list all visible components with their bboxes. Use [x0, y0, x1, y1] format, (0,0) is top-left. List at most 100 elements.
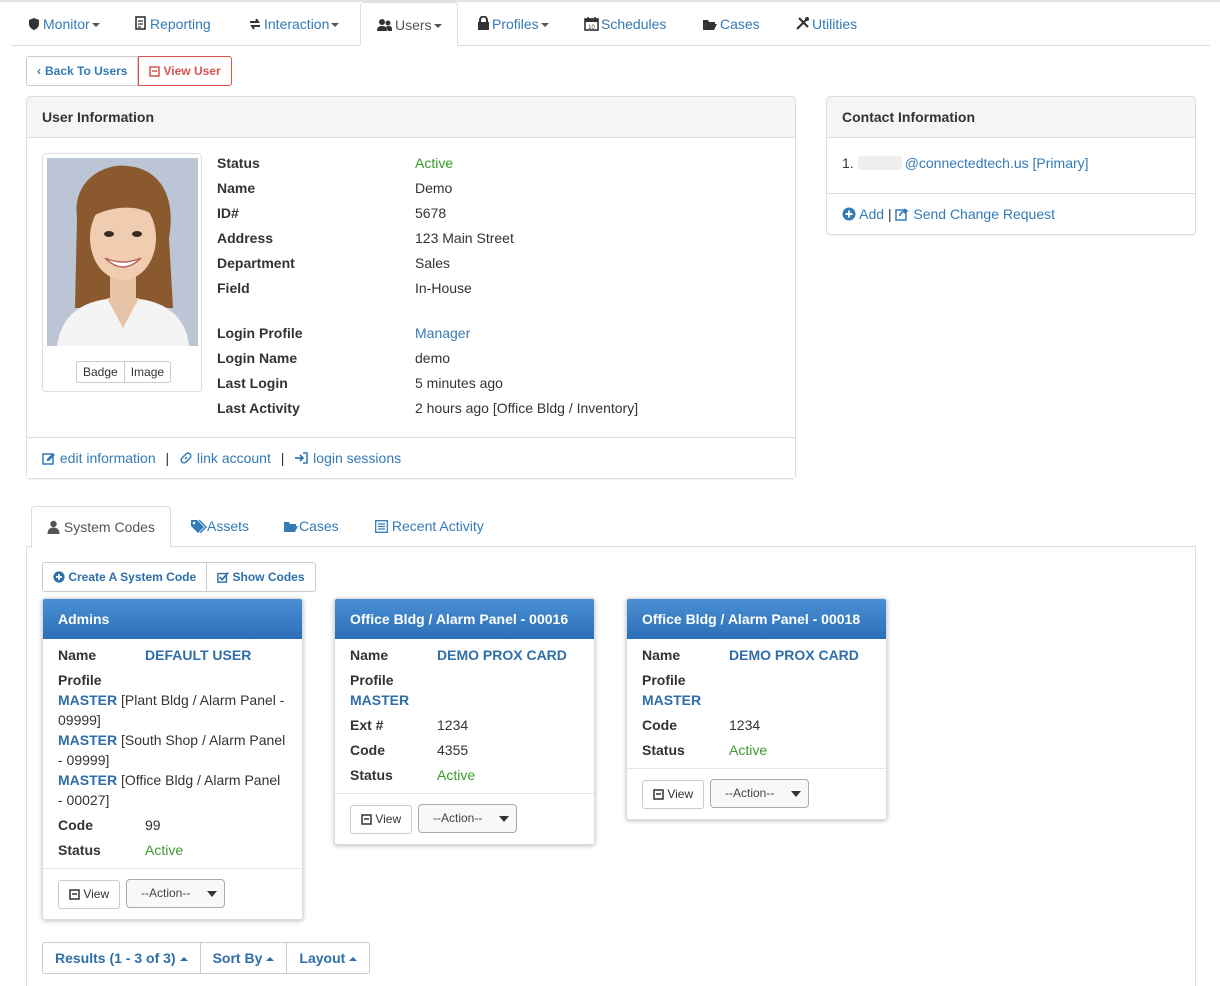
master-link[interactable]: MASTER [58, 692, 117, 708]
login-profile-link[interactable]: Manager [415, 323, 470, 343]
card-status-row: Status Active [58, 842, 184, 858]
system-code-card: Office Bldg / Alarm Panel - 00018 Name DE… [626, 598, 887, 820]
photo-buttons: Badge Image [76, 361, 172, 383]
view-button[interactable]: View [58, 880, 121, 909]
nav-users[interactable]: Users [360, 2, 458, 46]
nav-reporting[interactable]: Reporting [134, 2, 211, 46]
view-button[interactable]: View [350, 805, 413, 834]
nav-utilities[interactable]: Utilities [795, 2, 857, 46]
nav-interaction[interactable]: Interaction [248, 2, 340, 46]
tools-icon [796, 17, 809, 30]
separator: | [280, 450, 285, 466]
card-profile-row: MASTER [350, 690, 409, 710]
contact-email-row: 1. @connectedtech.us [Primary] [842, 155, 1089, 171]
report-icon [135, 16, 146, 30]
user-photo [47, 158, 198, 346]
status-badge: Active [145, 842, 184, 858]
separator: | [165, 450, 170, 466]
master-link[interactable]: MASTER [58, 772, 117, 788]
tab-cases[interactable]: Cases [283, 506, 339, 547]
tags-icon [191, 519, 207, 533]
sort-by-dropdown[interactable]: Sort By [200, 942, 288, 974]
card-profile-row: MASTER [South Shop / Alarm Panel - 09999] [58, 732, 286, 768]
lock-icon [478, 16, 489, 30]
chevron-down-icon [499, 816, 509, 822]
main-nav: Monitor Reporting Interaction Users Prof… [11, 2, 1210, 46]
card-status-row: Status Active [350, 767, 476, 783]
redacted-text [857, 156, 902, 170]
system-code-card: Admins Name DEFAULT USER Profile MASTER [… [42, 598, 303, 920]
card-footer: View --Action-- [43, 868, 302, 919]
card-name-row: Name DEMO PROX CARD [642, 647, 859, 663]
tab-assets[interactable]: Assets [190, 506, 249, 547]
card-profile-row: MASTER [Plant Bldg / Alarm Panel -09999] [58, 692, 285, 728]
results-toolbar: Results (1 - 3 of 3) Sort By Layout [42, 942, 371, 974]
share-icon [895, 208, 909, 221]
show-codes-button[interactable]: Show Codes [207, 562, 316, 592]
view-user-button[interactable]: View User [138, 56, 232, 86]
badge-button[interactable]: Badge [76, 361, 125, 383]
status-badge: Active [729, 742, 768, 758]
chevron-down-icon [791, 791, 801, 797]
name-link[interactable]: DEMO PROX CARD [437, 645, 567, 665]
calendar-icon: 10 [584, 17, 599, 31]
nav-cases[interactable]: Cases [702, 2, 760, 46]
system-code-card: Office Bldg / Alarm Panel - 00016 Name DE… [334, 598, 595, 845]
nav-monitor[interactable]: Monitor [27, 2, 100, 46]
chevron-down-icon [207, 891, 217, 897]
chevron-down-icon [331, 23, 340, 28]
card-name-row: Name DEFAULT USER [58, 647, 252, 663]
view-button[interactable]: View [642, 780, 705, 809]
chevron-down-icon [91, 23, 100, 28]
send-change-request-link[interactable]: Send Change Request [895, 206, 1055, 222]
layout-dropdown[interactable]: Layout [287, 942, 371, 974]
card-code-row: Code 99 [58, 817, 161, 833]
action-select[interactable]: --Action-- [126, 879, 225, 908]
email-link[interactable]: @connectedtech.us [Primary] [905, 155, 1089, 171]
name-link[interactable]: DEMO PROX CARD [729, 645, 859, 665]
panel-title: User Information [27, 97, 795, 138]
tab-system-codes[interactable]: System Codes [31, 506, 171, 548]
status-value: Active [415, 155, 454, 171]
back-to-users-button[interactable]: ‹ Back To Users [26, 56, 139, 86]
users-icon [377, 19, 392, 31]
action-select[interactable]: --Action-- [710, 779, 809, 808]
caret-up-icon [349, 957, 358, 962]
master-link[interactable]: MASTER [58, 732, 117, 748]
nav-schedules[interactable]: 10 Schedules [584, 2, 666, 46]
chevron-left-icon: ‹ [37, 64, 41, 78]
link-icon [180, 452, 192, 464]
svg-text:10: 10 [588, 25, 595, 31]
nav-profiles[interactable]: Profiles [477, 2, 549, 46]
login-sessions-link[interactable]: login sessions [294, 450, 401, 466]
image-button[interactable]: Image [124, 361, 172, 383]
card-ext-row: Ext #1234 [350, 717, 469, 733]
master-link[interactable]: MASTER [642, 692, 701, 708]
caret-up-icon [266, 957, 275, 962]
card-status-row: Status Active [642, 742, 768, 758]
contact-information-panel: Contact Information 1. @connectedtech.us … [826, 96, 1196, 235]
link-account-link[interactable]: link account [179, 450, 275, 466]
plus-circle-icon [842, 207, 856, 221]
action-select[interactable]: --Action-- [418, 804, 517, 833]
shield-icon [29, 18, 39, 30]
results-dropdown[interactable]: Results (1 - 3 of 3) [42, 942, 201, 974]
caret-up-icon [179, 957, 188, 962]
card-profile-row: MASTER [642, 690, 701, 710]
user-icon [47, 520, 60, 534]
card-code-row: Code 4355 [350, 742, 469, 758]
tab-recent-activity[interactable]: Recent Activity [375, 506, 484, 547]
master-link[interactable]: MASTER [350, 692, 409, 708]
folder-open-icon [703, 20, 717, 30]
divider [827, 193, 1195, 194]
add-contact-link[interactable]: Add [842, 206, 888, 222]
name-link[interactable]: DEFAULT USER [145, 645, 251, 665]
status-badge: Active [437, 767, 476, 783]
check-square-icon [217, 572, 229, 583]
window-icon [653, 789, 664, 800]
sign-in-icon [295, 452, 309, 464]
card-profile-row: MASTER [Office Bldg / Alarm Panel - 00027… [58, 772, 281, 808]
edit-information-link[interactable]: edit information [42, 450, 160, 466]
create-system-code-button[interactable]: Create A System Code [42, 562, 208, 592]
card-title: Admins [43, 599, 302, 639]
